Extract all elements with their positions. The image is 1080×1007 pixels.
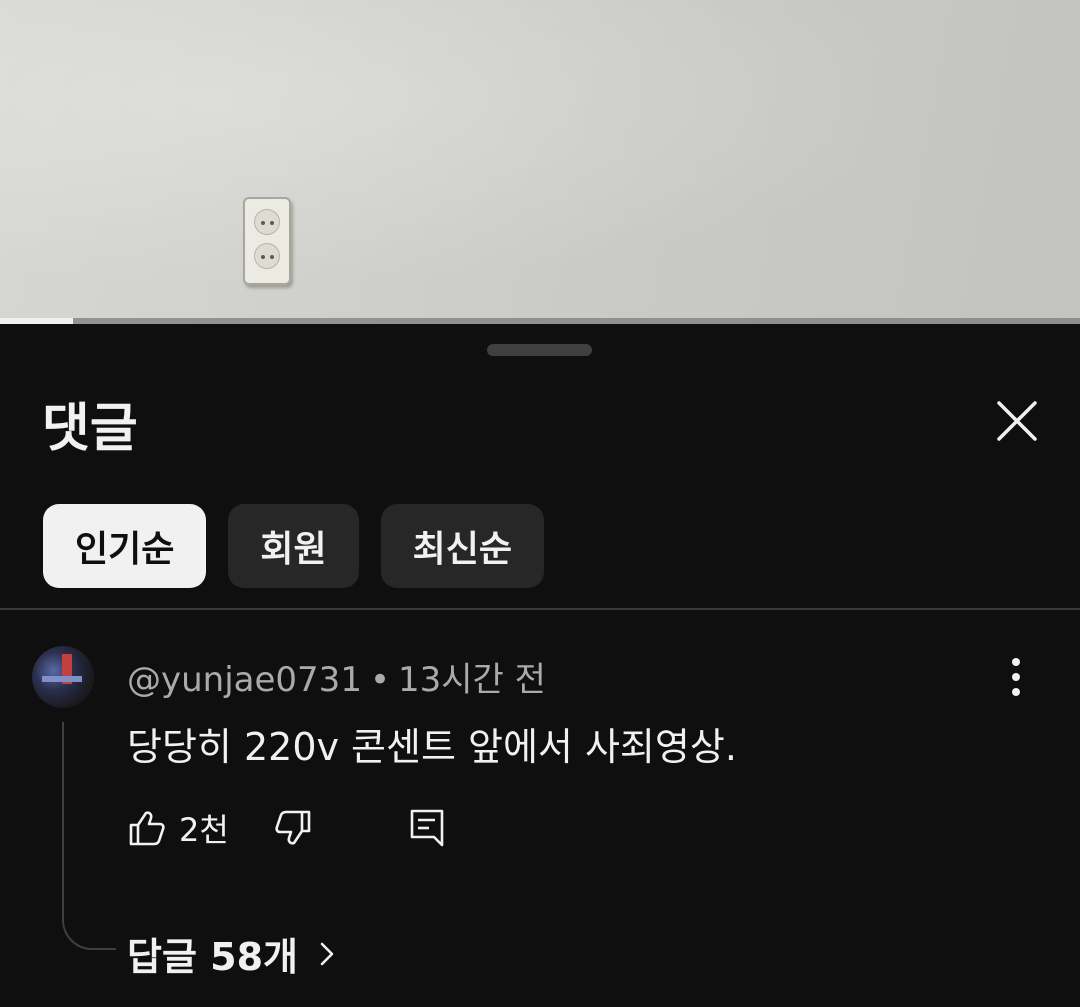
video-progress-fill — [0, 318, 74, 324]
thread-line — [62, 722, 116, 950]
comment-time: 13시간 전 — [398, 660, 546, 700]
reply-button[interactable] — [407, 804, 447, 852]
comment-author[interactable]: @yunjae0731 — [127, 660, 362, 700]
like-count: 2천 — [179, 811, 229, 849]
divider — [0, 608, 1080, 610]
thumbs-up-icon — [129, 811, 165, 846]
comment-menu-button[interactable] — [996, 654, 1036, 700]
thumbs-down-icon — [275, 810, 311, 845]
video-progress-bar[interactable] — [0, 318, 1080, 324]
close-icon — [997, 401, 1037, 441]
outlet-socket — [254, 243, 280, 269]
comment-text: 당당히 220v 콘센트 앞에서 사죄영상. — [127, 725, 737, 769]
chip-popular[interactable]: 인기순 — [43, 504, 207, 588]
chip-newest[interactable]: 최신순 — [380, 504, 544, 588]
avatar[interactable] — [32, 646, 94, 708]
chip-members[interactable]: 회원 — [228, 504, 359, 588]
comment-meta: @yunjae0731 • 13시간 전 — [127, 652, 546, 701]
chevron-right-icon — [320, 942, 334, 965]
meta-separator: • — [369, 660, 391, 700]
comment-actions: 2천 — [127, 804, 527, 852]
avatar-detail — [42, 676, 82, 682]
dislike-button[interactable] — [273, 804, 313, 852]
replies-label: 답글 58개 — [127, 935, 298, 979]
comments-sheet: 댓글 인기순 회원 최신순 @yunjae0731 • 13시간 전 당당히 220… — [0, 324, 1080, 1007]
view-replies-button[interactable]: 답글 58개 — [127, 926, 342, 981]
sort-chips: 인기순 회원 최신순 — [43, 504, 544, 588]
outlet-socket — [254, 209, 280, 235]
video-player[interactable] — [0, 0, 1080, 324]
wall-outlet-image — [243, 197, 291, 285]
drag-handle[interactable] — [487, 344, 592, 356]
reply-comment-icon — [410, 809, 444, 847]
more-vert-icon — [1012, 658, 1020, 696]
close-button[interactable] — [990, 394, 1044, 448]
like-button[interactable]: 2천 — [127, 804, 229, 852]
sheet-title: 댓글 — [42, 399, 138, 459]
